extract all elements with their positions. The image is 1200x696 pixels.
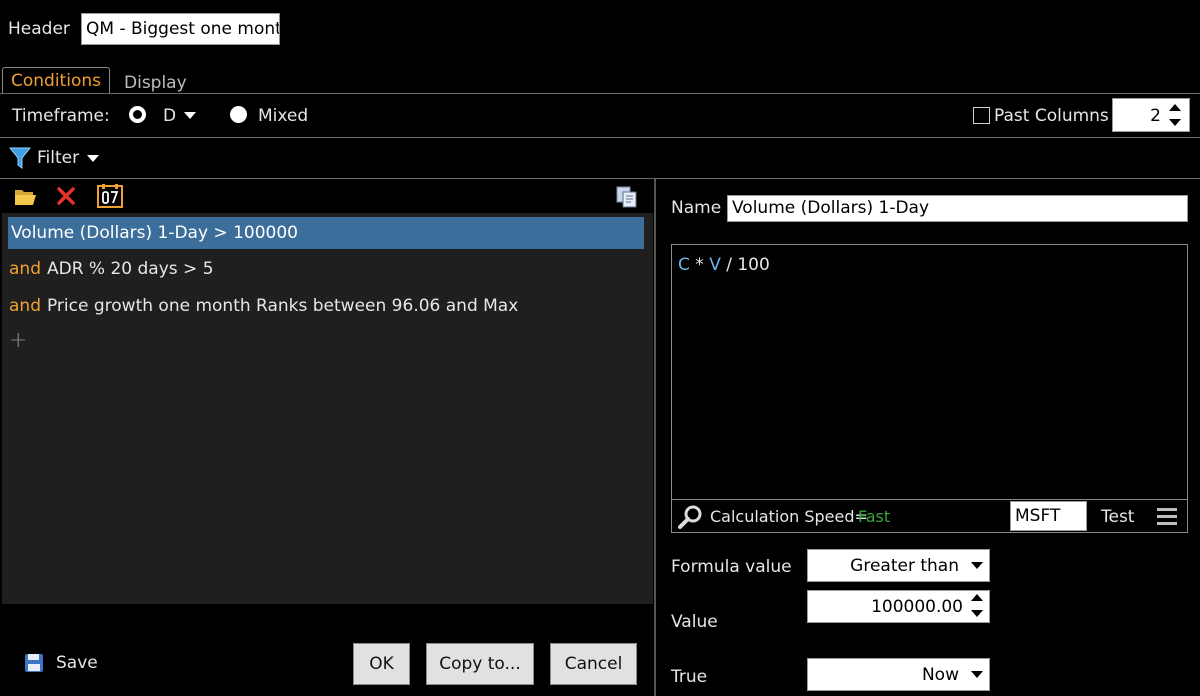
comparison-value: Greater than	[850, 555, 959, 576]
menu-icon[interactable]	[1156, 507, 1178, 527]
stepper-down-icon[interactable]	[1169, 119, 1181, 126]
panel-divider	[654, 179, 656, 696]
value-field: 100000.00	[871, 596, 963, 617]
condition-2-text: ADR % 20 days > 5	[46, 259, 214, 279]
name-label: Name	[671, 198, 722, 218]
radio-daily[interactable]	[129, 106, 146, 123]
condition-3-keyword: and	[9, 296, 41, 316]
filter-dropdown-icon	[87, 154, 100, 162]
value-up-icon[interactable]	[971, 594, 983, 601]
value-label: Value	[671, 612, 718, 632]
value-stepper[interactable]: 100000.00	[807, 590, 990, 623]
tab-display[interactable]: Display	[124, 73, 187, 93]
calc-speed-value: Fast	[858, 507, 891, 526]
name-input[interactable]: Volume (Dollars) 1-Day	[727, 195, 1188, 222]
tab-conditions[interactable]: Conditions	[2, 67, 110, 94]
ok-button[interactable]: OK	[353, 643, 410, 685]
save-button[interactable]: Save	[24, 653, 98, 673]
condition-row-3[interactable]: and Price growth one month Ranks between…	[9, 289, 518, 323]
calc-speed-label: Calculation Speed=	[710, 507, 868, 526]
formula-var-v: V	[709, 255, 721, 275]
calendar-icon[interactable]	[97, 184, 123, 208]
condition-3-text: Price growth one month Ranks between 96.…	[46, 296, 519, 316]
formula-value-label: Formula value	[671, 557, 792, 577]
formula-text: C * V / 100	[678, 255, 770, 275]
cancel-button[interactable]: Cancel	[550, 643, 637, 685]
comparison-dropdown-icon	[971, 562, 983, 569]
timeframe-value[interactable]: D	[163, 106, 176, 126]
stepper-up-icon[interactable]	[1169, 104, 1181, 111]
condition-row-2[interactable]: and ADR % 20 days > 5	[9, 252, 214, 286]
test-symbol-input[interactable]: MSFT	[1010, 501, 1087, 531]
past-columns-value: 2	[1150, 106, 1161, 126]
funnel-icon	[9, 147, 31, 169]
magnifier-icon[interactable]	[677, 504, 703, 530]
delete-icon[interactable]	[56, 186, 76, 206]
past-columns-label: Past Columns	[994, 106, 1109, 126]
filter-menu[interactable]: Filter	[9, 146, 100, 170]
floppy-disk-icon	[25, 654, 43, 672]
formula-var-c: C	[678, 255, 690, 275]
radio-mixed[interactable]	[230, 106, 247, 123]
filter-label: Filter	[37, 148, 80, 168]
comparison-dropdown[interactable]: Greater than	[807, 549, 990, 582]
header-label: Header	[8, 19, 70, 39]
open-folder-icon[interactable]	[14, 186, 38, 206]
true-dropdown-icon	[971, 671, 983, 678]
copy-to-button[interactable]: Copy to...	[426, 643, 534, 685]
value-down-icon[interactable]	[971, 610, 983, 617]
true-label: True	[671, 667, 708, 687]
formula-rest: / 100	[726, 255, 770, 275]
past-columns-stepper[interactable]: 2	[1112, 98, 1190, 132]
tab-conditions-label: Conditions	[11, 71, 101, 91]
copy-icon[interactable]	[616, 186, 638, 208]
condition-row-1[interactable]: Volume (Dollars) 1-Day > 100000	[8, 216, 298, 250]
true-value: Now	[921, 664, 959, 685]
formula-operator: *	[695, 255, 704, 275]
timeframe-dropdown-icon[interactable]	[184, 112, 196, 119]
formula-status-bar: Calculation Speed= Fast MSFT Test	[672, 499, 1187, 532]
condition-2-keyword: and	[9, 259, 41, 279]
timeframe-label: Timeframe:	[12, 106, 110, 126]
header-input[interactable]: QM - Biggest one mont	[81, 13, 280, 45]
condition-1-text: Volume (Dollars) 1-Day > 100000	[11, 223, 298, 243]
add-condition-button[interactable]: +	[9, 328, 27, 353]
true-dropdown[interactable]: Now	[807, 658, 990, 691]
past-columns-checkbox[interactable]	[973, 107, 990, 124]
mixed-label: Mixed	[258, 106, 309, 126]
formula-editor[interactable]: C * V / 100 Calculation Speed= Fast MSFT…	[671, 244, 1188, 533]
test-button[interactable]: Test	[1101, 507, 1134, 527]
save-label: Save	[56, 653, 98, 673]
